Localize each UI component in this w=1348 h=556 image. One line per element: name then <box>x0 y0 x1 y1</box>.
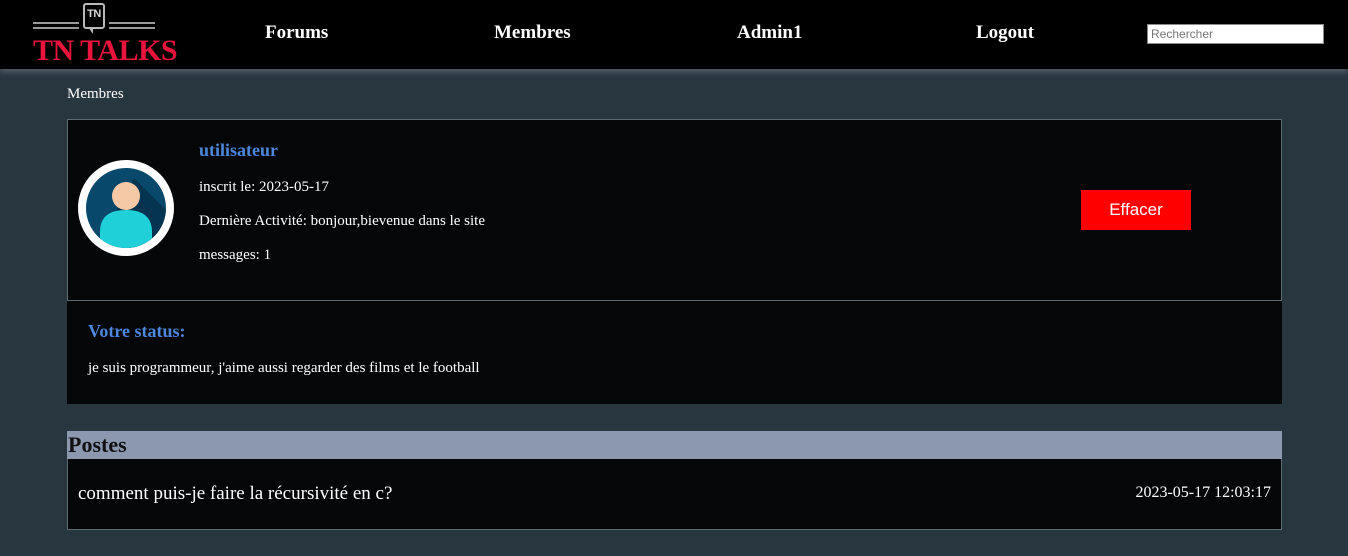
nav-admin-link[interactable]: Admin1 <box>737 22 802 44</box>
profile-card: utilisateur inscrit le: 2023-05-17 Derni… <box>67 119 1282 301</box>
user-avatar-icon <box>78 160 174 256</box>
logo-line-left-2 <box>33 27 79 29</box>
logo-badge-text: TN <box>87 8 101 20</box>
profile-username: utilisateur <box>199 140 278 160</box>
delete-user-button[interactable]: Effacer <box>1081 190 1191 230</box>
search-input[interactable] <box>1147 24 1324 44</box>
top-navbar: TN TN TALKS Forums Membres Admin1 Logout <box>0 0 1348 69</box>
status-title: Votre status: <box>88 321 186 341</box>
post-row[interactable]: comment puis-je faire la récursivité en … <box>67 459 1282 530</box>
nav-forums-link[interactable]: Forums <box>265 22 328 44</box>
status-text: je suis programmeur, j'aime aussi regard… <box>88 360 480 376</box>
logo-line-left <box>33 22 79 24</box>
profile-joined-date: inscrit le: 2023-05-17 <box>199 179 329 195</box>
profile-last-activity: Dernière Activité: bonjour,bievenue dans… <box>199 213 485 229</box>
logo-line-right-2 <box>109 27 155 29</box>
post-title-link[interactable]: comment puis-je faire la récursivité en … <box>78 483 392 505</box>
chat-bubble-icon: TN <box>83 3 105 29</box>
post-date: 2023-05-17 12:03:17 <box>1135 484 1271 501</box>
nav-logout-link[interactable]: Logout <box>976 22 1034 44</box>
posts-section-title: Postes <box>67 431 1282 459</box>
site-logo[interactable]: TN TN TALKS <box>33 3 178 67</box>
logo-line-right <box>109 22 155 24</box>
profile-message-count: messages: 1 <box>199 247 272 263</box>
nav-membres-link[interactable]: Membres <box>494 22 571 44</box>
chat-bubble-tail <box>88 27 93 34</box>
breadcrumb: Membres <box>67 86 124 102</box>
status-card: Votre status: je suis programmeur, j'aim… <box>67 301 1282 404</box>
logo-text: TN TALKS <box>33 34 178 67</box>
